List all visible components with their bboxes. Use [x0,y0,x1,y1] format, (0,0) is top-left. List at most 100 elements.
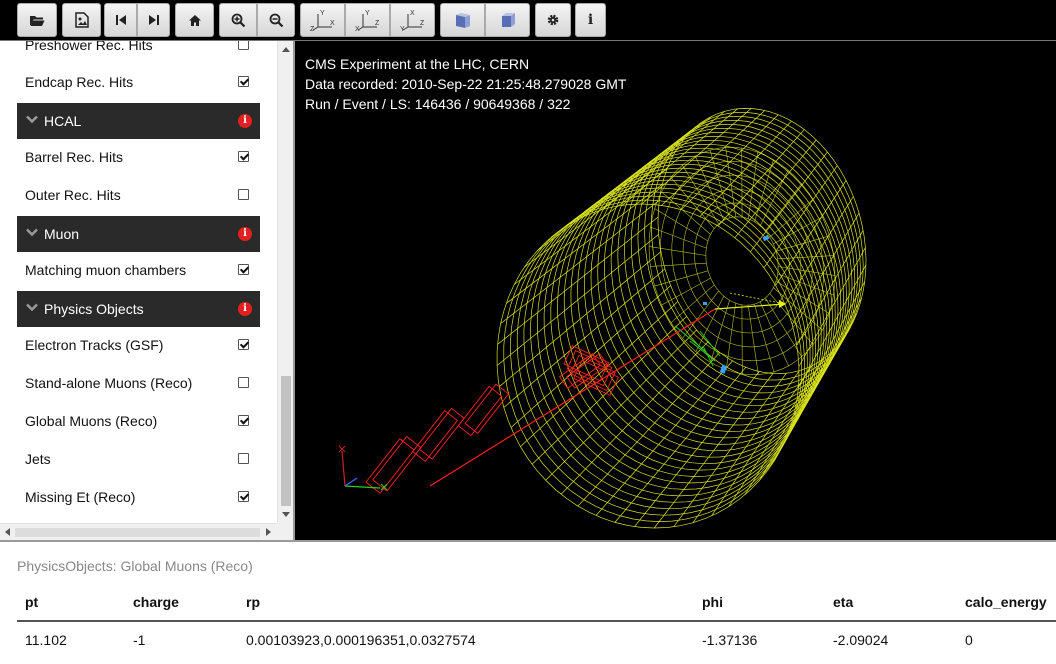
sidebar-item-endcap-rec-hits[interactable]: Endcap Rec. Hits [0,63,260,101]
home-view-button[interactable] [175,3,214,37]
svg-text:Y: Y [365,10,370,17]
perspective-view-button[interactable] [440,3,485,37]
horizontal-scroll-thumb[interactable] [15,528,260,537]
collection-table-panel: PhysicsObjects: Global Muons (Reco) pt c… [0,542,1056,664]
section-header-hcal[interactable]: HCAL i [17,103,260,139]
open-file-button[interactable] [17,3,57,37]
sidebar-item-standalone-muons[interactable]: Stand-alone Muons (Reco) [0,364,260,402]
sidebar-item-label: Stand-alone Muons (Reco) [25,375,193,391]
cell-charge: -1 [133,632,146,648]
orthographic-view-icon [501,13,515,27]
view-zy-icon: Y Z X [355,10,380,31]
sidebar-item-label: Matching muon chambers [25,262,187,278]
sidebar-item-outer-rec-hits[interactable]: Outer Rec. Hits [0,176,260,214]
checkbox[interactable] [238,339,249,350]
sidebar-item-label: Outer Rec. Hits [25,187,121,203]
svg-text:X: X [355,26,360,31]
vertical-scroll-thumb[interactable] [281,376,291,506]
next-event-icon [148,15,159,25]
column-header-pt[interactable]: pt [25,594,38,610]
svg-text:X: X [410,10,415,17]
svg-text:Y: Y [320,10,325,17]
view-xy-button[interactable]: Y X Z [300,3,345,37]
checkbox[interactable] [238,189,249,200]
info-icon[interactable]: i [238,114,252,128]
column-header-calo-energy[interactable]: calo_energy [965,594,1047,610]
vertical-scrollbar[interactable] [277,41,293,523]
cell-calo-energy: 0 [965,632,973,648]
next-event-button[interactable] [137,3,170,37]
checkbox[interactable] [238,76,249,87]
svg-text:Z: Z [420,20,425,27]
chevron-down-icon [26,228,38,237]
checkbox[interactable] [238,453,249,464]
column-header-eta[interactable]: eta [833,594,853,610]
zoom-in-button[interactable] [219,3,257,37]
home-icon [188,14,201,26]
image-export-icon [74,12,89,28]
axis-gizmo [338,445,388,491]
checkbox[interactable] [238,377,249,388]
sidebar-item-label: Preshower Rec. Hits [25,41,153,53]
event-display-viewport[interactable]: CMS Experiment at the LHC, CERN Data rec… [295,41,1056,540]
tracks [429,234,786,487]
sidebar-item-global-muons[interactable]: Global Muons (Reco) [0,402,260,440]
checkbox[interactable] [238,151,249,162]
scroll-down-arrow-icon[interactable] [282,512,290,517]
svg-text:Z: Z [310,26,315,31]
detector-3d-scene[interactable] [295,41,1056,540]
checkbox[interactable] [238,41,249,50]
previous-event-icon [115,15,126,25]
previous-event-button[interactable] [104,3,137,37]
sidebar-item-label: Endcap Rec. Hits [25,74,134,90]
section-header-label: Muon [44,226,80,242]
checkbox[interactable] [238,415,249,426]
sidebar-item-label: Barrel Rec. Hits [25,149,124,165]
horizontal-scrollbar[interactable] [0,523,277,540]
run-event-ls: Run / Event / LS: 146436 / 90649368 / 32… [305,96,571,112]
view-xz-button[interactable]: X Z Y [390,3,435,37]
scroll-right-arrow-icon[interactable] [266,528,271,536]
info-icon: i [587,12,594,28]
export-image-button[interactable] [62,3,101,37]
calorimeter-wireframe [496,108,867,529]
info-icon[interactable]: i [238,227,252,241]
settings-button[interactable] [535,3,571,37]
sidebar-item-missing-et[interactable]: Missing Et (Reco) [0,478,260,516]
sidebar-item-electron-tracks[interactable]: Electron Tracks (GSF) [0,326,260,364]
cell-eta: -2.09024 [833,632,889,648]
info-icon[interactable]: i [238,302,252,316]
view-zy-button[interactable]: Y Z X [345,3,390,37]
event-info: CMS Experiment at the LHC, CERN Data rec… [305,54,626,114]
checkbox[interactable] [238,264,249,275]
scrollbar-corner [277,523,293,540]
column-header-phi[interactable]: phi [702,594,723,610]
sidebar-item-label: Missing Et (Reco) [25,489,136,505]
cell-rp: 0.00103923,0.000196351,0.0327574 [246,632,476,648]
scroll-left-arrow-icon[interactable] [5,528,10,536]
checkbox[interactable] [238,491,249,502]
chevron-down-icon [26,115,38,124]
folder-open-icon [30,16,45,26]
sidebar-item-jets[interactable]: Jets [0,440,260,478]
sidebar-item-label: Jets [25,451,51,467]
section-header-muon[interactable]: Muon i [17,216,260,252]
sidebar-item-label: Global Muons (Reco) [25,413,158,429]
view-xy-icon: Y X Z [310,10,335,31]
cell-phi: -1.37136 [702,632,758,648]
zoom-out-button[interactable] [257,3,295,37]
orthographic-view-button[interactable] [485,3,530,37]
scroll-up-arrow-icon[interactable] [282,47,290,52]
sidebar-item-label: Electron Tracks (GSF) [25,337,164,353]
section-header-label: HCAL [44,113,82,129]
column-header-rp[interactable]: rp [246,594,260,610]
column-header-charge[interactable]: charge [133,594,179,610]
sidebar-item-barrel-rec-hits[interactable]: Barrel Rec. Hits [0,138,260,176]
perspective-view-icon [455,13,470,28]
zoom-in-icon [231,13,245,27]
sidebar-item-preshower-rec-hits[interactable]: Preshower Rec. Hits [0,41,260,64]
info-button[interactable]: i [575,3,606,37]
sidebar-item-matching-muon-chambers[interactable]: Matching muon chambers [0,251,260,289]
section-header-physics-objects[interactable]: Physics Objects i [17,291,260,327]
muon-chambers [365,345,620,494]
